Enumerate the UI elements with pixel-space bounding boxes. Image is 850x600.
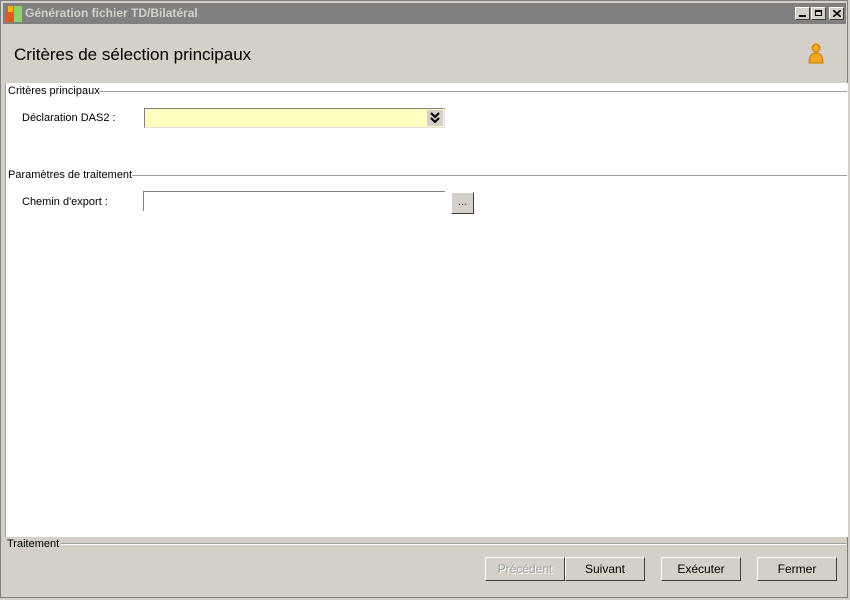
- group-title-processing: Paramètres de traitement: [8, 169, 133, 181]
- execute-button[interactable]: Exécuter: [661, 557, 741, 581]
- double-chevron-down-icon: [430, 112, 440, 124]
- minimize-button[interactable]: [795, 7, 810, 20]
- user-icon[interactable]: [807, 43, 825, 65]
- close-window-button[interactable]: [829, 7, 844, 20]
- app-icon: [6, 6, 22, 22]
- next-button[interactable]: Suivant: [565, 557, 645, 581]
- export-path-input[interactable]: [143, 191, 445, 211]
- group-title-traitement: Traitement: [7, 538, 60, 550]
- main-window: Génération fichier TD/Bilatéral Critères…: [0, 0, 848, 598]
- maximize-button[interactable]: [811, 7, 826, 20]
- group-divider: [61, 543, 846, 545]
- main-panel: Critères principaux Déclaration DAS2 : P…: [5, 83, 848, 537]
- group-divider: [99, 91, 847, 93]
- declaration-combo[interactable]: [144, 108, 445, 128]
- group-divider: [132, 175, 847, 177]
- title-bar[interactable]: Génération fichier TD/Bilatéral: [3, 3, 846, 24]
- page-header: Critères de sélection principaux: [5, 25, 847, 83]
- footer-panel: Traitement Précédent Suivant Exécuter Fe…: [5, 537, 847, 597]
- browse-button[interactable]: ...: [451, 192, 474, 214]
- group-title-main-criteria: Critères principaux: [8, 85, 100, 97]
- close-button[interactable]: Fermer: [757, 557, 837, 581]
- window-title: Génération fichier TD/Bilatéral: [25, 6, 198, 20]
- declaration-label: Déclaration DAS2 :: [22, 112, 116, 124]
- combo-dropdown-button[interactable]: [427, 110, 443, 126]
- page-title: Critères de sélection principaux: [14, 45, 252, 64]
- previous-button[interactable]: Précédent: [485, 557, 565, 581]
- close-icon: [833, 10, 841, 17]
- export-path-label: Chemin d'export :: [22, 196, 108, 208]
